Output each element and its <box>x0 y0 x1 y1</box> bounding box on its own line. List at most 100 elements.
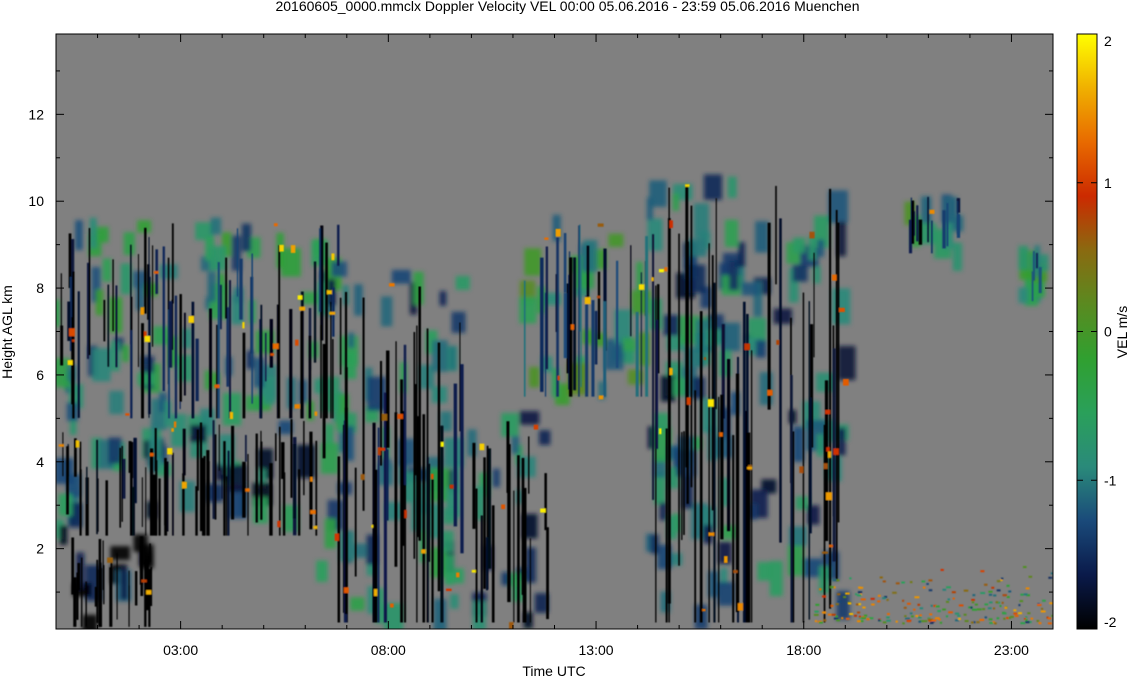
echo-streak <box>437 342 441 592</box>
echo-streak <box>166 461 169 532</box>
echo-cell <box>451 311 466 333</box>
echo-speck <box>1018 612 1023 615</box>
echo-updraft <box>702 608 706 612</box>
echo-speck <box>1019 600 1024 603</box>
echo-speck <box>886 598 889 601</box>
echo-speck <box>877 600 881 603</box>
echo-speck <box>1048 576 1053 579</box>
echo-speck <box>1027 612 1031 615</box>
echo-streak <box>174 295 178 419</box>
echo-cell <box>647 218 663 251</box>
echo-updraft <box>149 452 154 457</box>
echo-cell <box>816 434 824 457</box>
echo-updraft <box>334 533 340 541</box>
echo-cell <box>769 560 783 597</box>
echo-cell <box>663 314 680 336</box>
echo-updraft <box>229 412 234 420</box>
echo-cell <box>324 518 337 549</box>
echo-streak <box>245 434 247 462</box>
echo-speck <box>829 586 834 589</box>
echo-streak <box>94 586 99 607</box>
echo-streak <box>217 262 220 419</box>
echo-cell <box>367 376 387 411</box>
echo-updraft <box>843 378 849 386</box>
echo-streak <box>513 490 515 623</box>
echo-speck <box>942 588 947 591</box>
echo-streak <box>678 233 680 566</box>
echo-speck <box>942 608 946 611</box>
y-tick-label: 6 <box>36 367 44 383</box>
echo-updraft <box>733 570 738 573</box>
echo-streak <box>146 560 149 611</box>
echo-streak <box>586 245 590 304</box>
echo-speck <box>1052 617 1053 620</box>
echo-streak <box>278 245 281 419</box>
echo-cell <box>686 264 706 293</box>
echo-streak <box>594 310 598 365</box>
echo-cell <box>1018 245 1029 270</box>
echo-speck <box>935 605 940 608</box>
echo-streak <box>415 384 417 476</box>
echo-streak <box>88 228 91 356</box>
echo-speck <box>833 617 839 620</box>
echo-cell <box>519 411 540 425</box>
echo-speck <box>946 586 951 589</box>
echo-speck <box>1006 584 1010 587</box>
echo-streak <box>226 476 228 536</box>
echo-streak <box>96 439 98 535</box>
x-tick-label: 08:00 <box>371 642 406 658</box>
echo-updraft <box>827 451 831 458</box>
echo-streak <box>281 442 285 479</box>
echo-cell <box>519 297 537 324</box>
echo-cell <box>354 284 363 316</box>
echo-speck <box>866 618 870 621</box>
echo-speck <box>857 611 861 614</box>
echo-streak <box>85 581 87 627</box>
echo-updraft <box>371 524 374 528</box>
echo-updraft <box>188 316 194 323</box>
echo-speck <box>987 607 992 610</box>
echo-streak <box>640 272 642 397</box>
echo-updraft <box>719 432 723 437</box>
echo-cell <box>529 366 540 388</box>
echo-updraft <box>273 223 278 227</box>
echo-streak <box>62 432 64 477</box>
echo-cell <box>207 271 216 302</box>
echo-speck <box>1028 575 1033 578</box>
echo-updraft <box>171 428 174 432</box>
echo-updraft <box>570 324 575 330</box>
echo-speck <box>1047 617 1052 620</box>
echo-streak <box>475 488 478 623</box>
echo-streak <box>480 515 483 623</box>
echo-speck <box>858 615 862 618</box>
echo-streak <box>107 284 110 367</box>
echo-speck <box>849 577 852 580</box>
echo-streak <box>403 344 407 485</box>
echo-speck <box>837 593 841 596</box>
echo-streak <box>459 322 461 432</box>
echo-speck <box>827 613 832 616</box>
echo-streak <box>269 463 273 536</box>
echo-updraft <box>744 343 751 351</box>
echo-streak <box>354 467 357 577</box>
echo-streak <box>141 323 144 419</box>
echo-speck <box>814 610 819 613</box>
echo-updraft <box>456 572 460 578</box>
echo-speck <box>1013 609 1017 612</box>
echo-updraft <box>379 447 386 451</box>
echo-speck <box>857 591 863 594</box>
echo-cell <box>608 233 624 247</box>
echo-speck <box>922 586 926 589</box>
echo-streak <box>290 419 293 498</box>
echo-streak <box>911 200 915 244</box>
echo-speck <box>999 604 1002 607</box>
echo-streak <box>808 301 810 620</box>
echo-speck <box>846 592 850 595</box>
echo-streak <box>580 255 582 388</box>
echo-updraft <box>598 395 604 400</box>
echo-streak <box>747 432 751 623</box>
echo-updraft <box>167 448 173 455</box>
echo-updraft <box>833 448 839 455</box>
echo-updraft <box>832 274 837 281</box>
echo-streak <box>199 422 203 532</box>
